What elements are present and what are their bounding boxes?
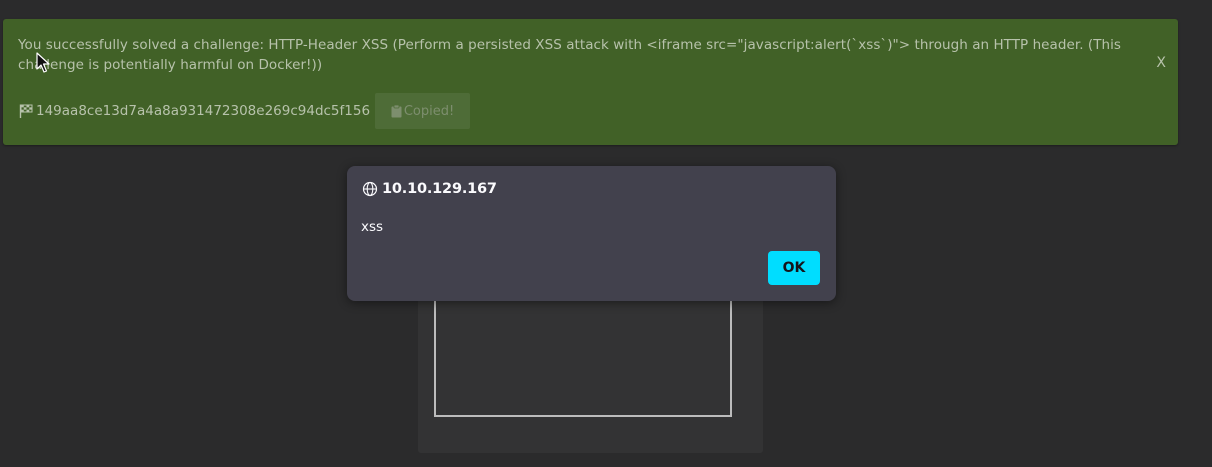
challenge-solved-banner: You successfully solved a challenge: HTT… (3, 19, 1178, 145)
challenge-flag-code: 149aa8ce13d7a4a8a931472308e269c94dc5f156 (36, 103, 371, 119)
challenge-solved-message: You successfully solved a challenge: HTT… (18, 37, 1121, 73)
alert-dialog: 10.10.129.167 xss OK (347, 166, 836, 301)
embedded-iframe (434, 285, 732, 417)
ok-button[interactable]: OK (768, 251, 820, 285)
mouse-cursor-icon (36, 52, 50, 74)
flag-row: 149aa8ce13d7a4a8a931472308e269c94dc5f156… (18, 93, 471, 129)
globe-icon (362, 181, 378, 197)
checkered-flag-icon (18, 103, 34, 119)
alert-origin: 10.10.129.167 (382, 181, 497, 197)
alert-message: xss (361, 219, 384, 235)
clipboard-icon (391, 104, 402, 118)
alert-header: 10.10.129.167 (362, 181, 497, 197)
copy-button-label: Copied! (403, 103, 455, 119)
close-banner-button[interactable]: X (1156, 55, 1166, 71)
copy-flag-button[interactable]: Copied! (375, 93, 471, 129)
background-card (418, 285, 763, 453)
